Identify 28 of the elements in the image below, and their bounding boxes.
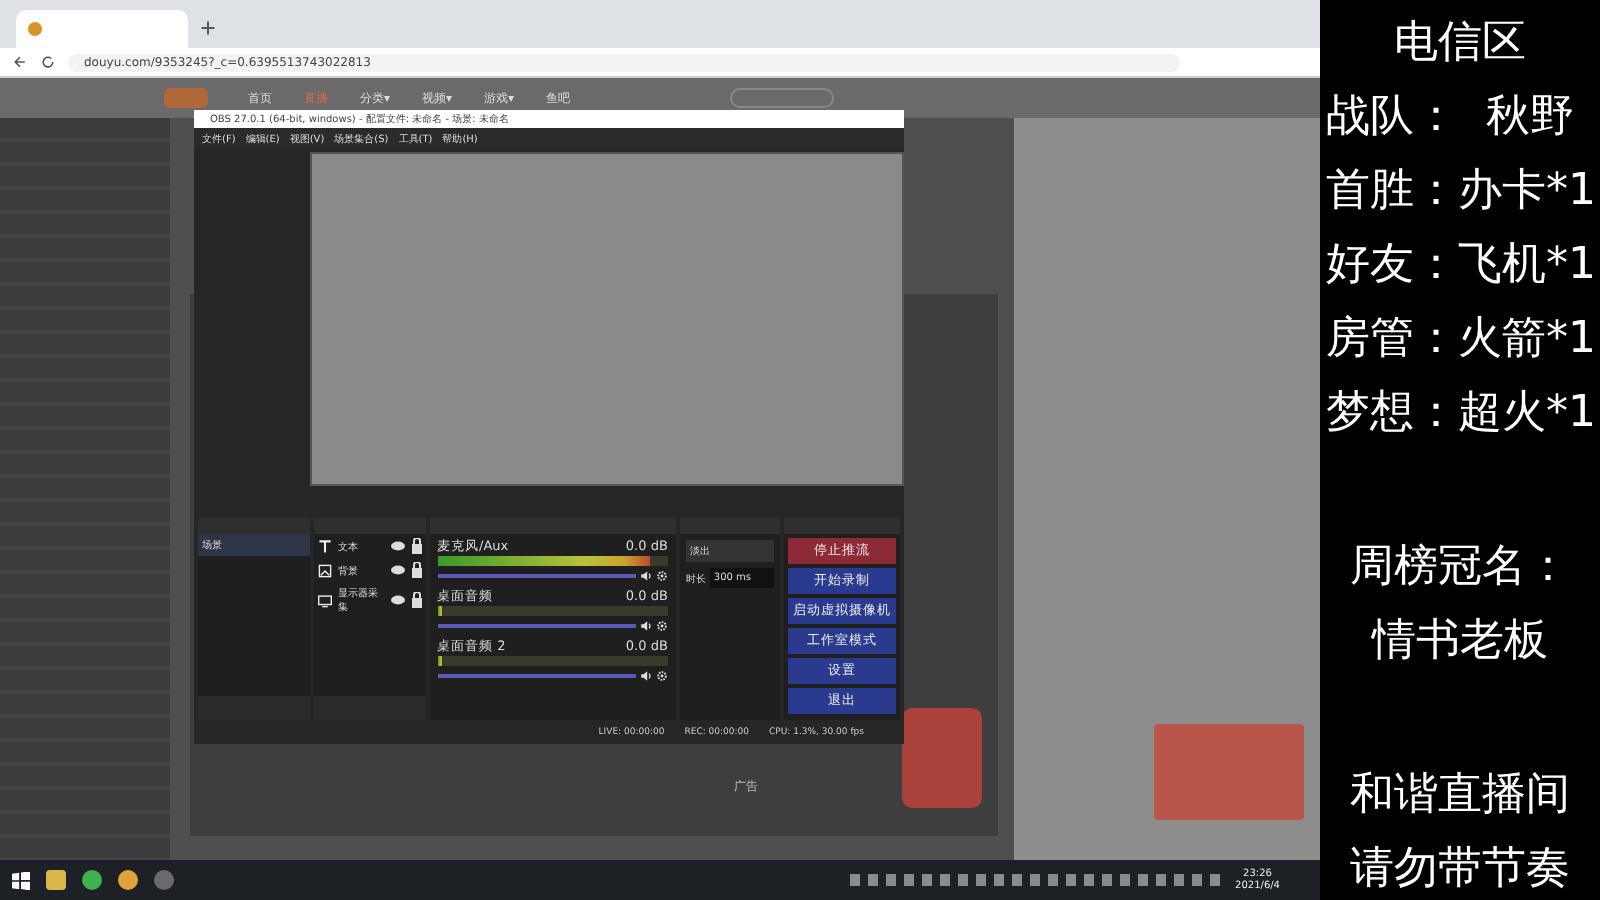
back-icon[interactable]: [12, 54, 28, 70]
overlay-text: 和谐直播间: [1348, 768, 1572, 824]
speaker-icon[interactable]: [639, 570, 652, 582]
refresh-icon[interactable]: [40, 54, 56, 70]
visibility-lock-icon[interactable]: [389, 592, 422, 608]
overlay-text: 周榜冠名：: [1348, 540, 1572, 596]
settings-icon[interactable]: [655, 620, 668, 632]
overlay-text: 首胜：办卡*1: [1324, 164, 1598, 220]
overlay-text: 房管：火箭*1: [1324, 312, 1598, 368]
overlay-text: 情书老板: [1369, 614, 1550, 670]
text-type-icon: [317, 539, 332, 553]
search-field[interactable]: [730, 88, 835, 108]
monitor-icon: [317, 593, 332, 607]
site-favicon-icon: [28, 22, 42, 36]
overlay-text: 梦想：超火*1: [1324, 386, 1598, 442]
settings-icon[interactable]: [655, 670, 668, 682]
settings-icon[interactable]: [655, 570, 668, 582]
overlay-text: 战队： 秋野: [1324, 90, 1576, 146]
windows-start-icon[interactable]: [12, 871, 30, 889]
picture-icon: [317, 563, 332, 577]
speaker-icon[interactable]: [639, 670, 652, 682]
visibility-lock-icon[interactable]: [389, 562, 422, 578]
overlay-text: 请勿带节奏: [1348, 842, 1572, 898]
visibility-lock-icon[interactable]: [389, 538, 422, 554]
new-tab-icon[interactable]: [200, 20, 216, 36]
overlay-text: 好友：飞机*1: [1324, 238, 1598, 294]
overlay-text: 电信区: [1392, 16, 1528, 72]
speaker-icon[interactable]: [639, 620, 652, 632]
